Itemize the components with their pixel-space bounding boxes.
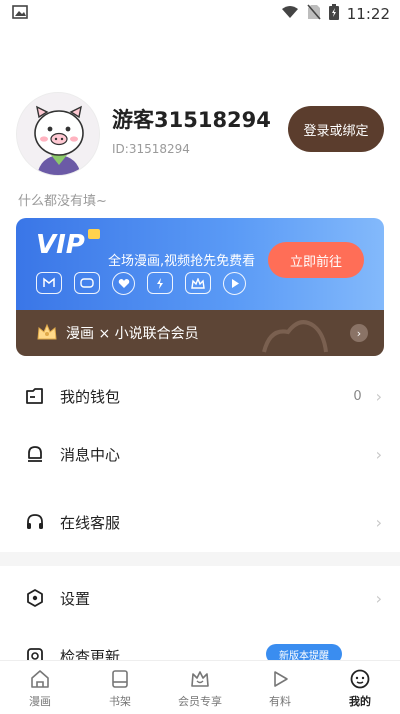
login-or-bind-button[interactable]: 登录或绑定 [288,106,384,152]
chevron-right-icon: › [350,324,368,342]
vip-card-top: VIP 全场漫画,视频抢先免费看 立即前往 [16,218,384,310]
profile-header: 游客31518294 ID:31518294 登录或绑定 [16,92,384,180]
section-divider [0,552,400,566]
lightning-icon [147,272,173,294]
vip-card[interactable]: VIP 全场漫画,视频抢先免费看 立即前往 漫画 × 小说联合会员 › [16,218,384,356]
user-id: ID:31518294 [112,142,190,156]
vip-description: 全场漫画,视频抢先免费看 [108,254,256,269]
vip-joint-membership[interactable]: 漫画 × 小说联合会员 › [16,310,384,356]
decorative-swirl-icon [262,320,328,353]
chevron-right-icon: › [375,588,382,608]
avatar[interactable] [16,92,100,176]
status-icons: 11:22 [281,4,390,24]
joint-membership-label: 漫画 × 小说联合会员 [66,326,199,342]
chevron-right-icon: › [375,386,382,406]
no-sim-icon [307,4,321,24]
vip-logo: VIP [36,230,85,260]
chevron-right-icon: › [375,512,382,532]
bell-icon [24,443,46,465]
vip-icon [188,667,212,691]
comic-icon [36,272,62,294]
tab-bookshelf[interactable]: 书架 [80,661,160,714]
status-bar: 11:22 [0,0,400,28]
bubble-icon [74,272,100,294]
tab-label: 会员专享 [178,694,222,708]
vip-benefit-icons [36,272,246,295]
battery-icon [328,4,339,24]
menu-label-customer-service: 在线客服 [60,513,121,532]
tab-label: 漫画 [29,694,51,708]
tab-label: 我的 [349,694,371,708]
username: 游客31518294 [112,108,271,132]
heart-icon [112,272,135,295]
wifi-icon [281,5,299,23]
joint-vip-badge-icon [36,322,58,342]
menu-item-settings[interactable]: 设置 › [0,568,400,628]
menu-label-messages: 消息中心 [60,445,121,464]
menu-label-settings: 设置 [60,589,91,608]
play-icon [268,667,292,691]
profile-bio: 什么都没有填~ [18,194,107,209]
tab-label: 书架 [109,694,131,708]
headset-icon [24,511,46,533]
tab-comics[interactable]: 漫画 [0,661,80,714]
menu-label-wallet: 我的钱包 [60,387,121,406]
tab-label: 有料 [269,694,291,708]
bookshelf-icon [108,667,132,691]
vip-go-button[interactable]: 立即前往 [268,242,364,278]
tab-featured[interactable]: 有料 [240,661,320,714]
wallet-icon [24,385,46,407]
menu-item-messages[interactable]: 消息中心 › [0,424,400,484]
home-icon [28,667,52,691]
menu-item-customer-service[interactable]: 在线客服 › [0,492,400,552]
wallet-balance: 0 [353,388,362,404]
crown-icon [185,272,211,294]
tab-vip-exclusive[interactable]: 会员专享 [160,661,240,714]
menu-item-wallet[interactable]: 我的钱包 0 › [0,366,400,426]
settings-hexagon-icon [24,587,46,609]
profile-icon [348,667,372,691]
chevron-right-icon: › [375,444,382,464]
vip-crown-icon [88,229,100,239]
status-time: 11:22 [346,5,390,23]
image-notification-icon [12,5,28,23]
play-icon [223,272,246,295]
bottom-tab-bar: 漫画 书架 会员专享 有料 我的 [0,660,400,714]
tab-mine[interactable]: 我的 [320,661,400,714]
